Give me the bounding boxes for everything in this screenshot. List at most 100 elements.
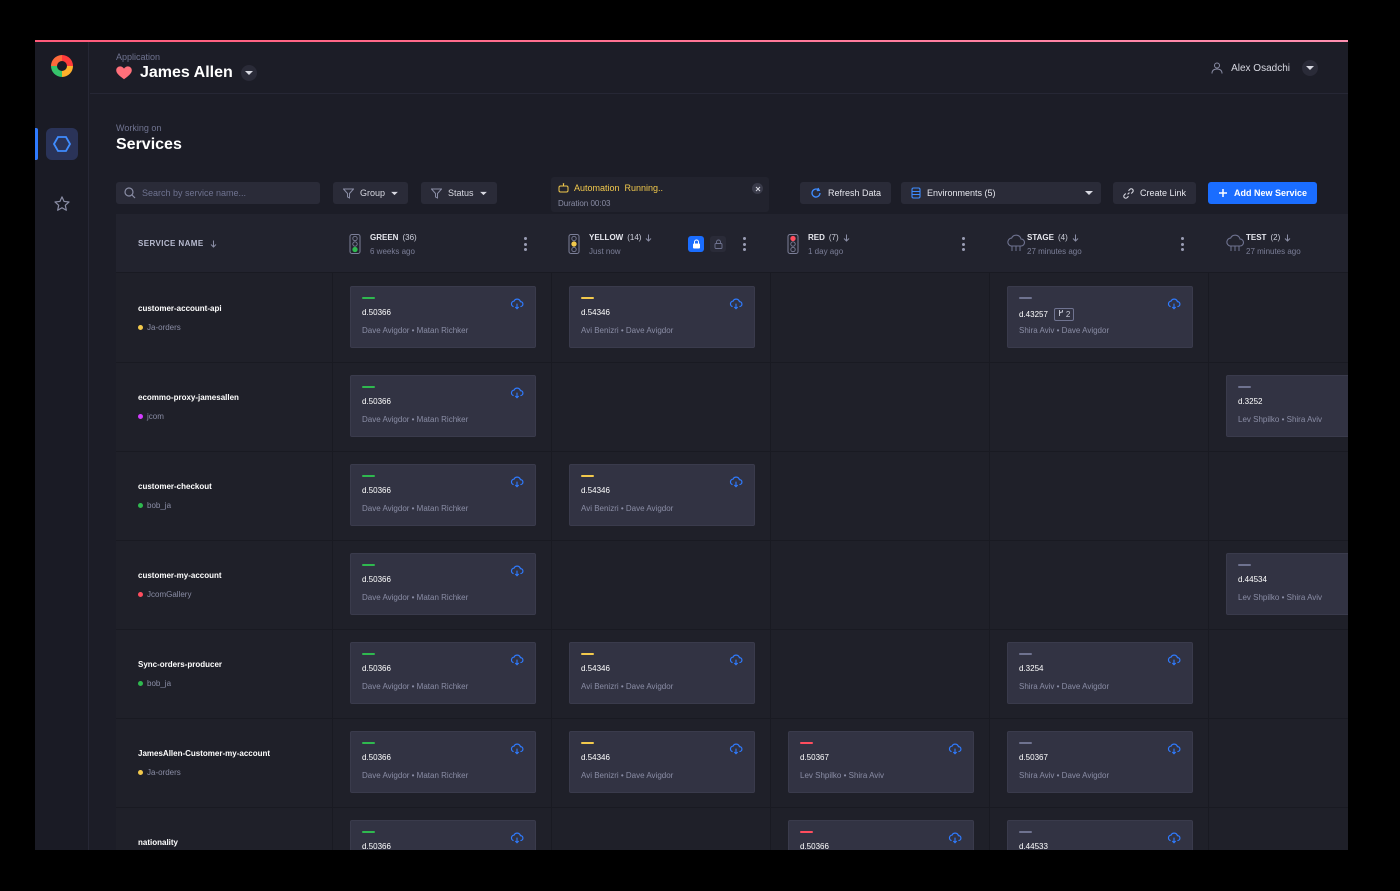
status-dash [362,653,375,655]
close-icon[interactable] [752,183,763,194]
status-dash [1019,653,1032,655]
deployment-card[interactable]: d.43257 2 Shira Aviv • Dave Avigdor [1007,286,1193,348]
deployment-card[interactable]: d.50367 Lev Shpilko • Shira Aviv [788,731,974,793]
search-box[interactable] [116,182,320,204]
cloud-deploy-icon[interactable] [510,565,524,577]
cloud-deploy-icon[interactable] [1167,654,1181,666]
deployment-card[interactable]: d.50366 [350,820,536,850]
deployment-card[interactable]: d.50366 Dave Avigdor • Matan Richker [350,642,536,704]
service-name[interactable]: customer-account-api [138,304,222,313]
favorites-nav-button[interactable] [46,188,78,220]
version-label: d.50366 [362,575,391,584]
version-row: d.50366 [362,397,391,406]
app-selector[interactable]: James Allen [116,64,257,82]
status-dash [1238,386,1251,388]
service-name-header-label: SERVICE NAME [138,239,204,248]
automation-label: Automation [574,183,620,193]
service-name[interactable]: Sync-orders-producer [138,660,222,669]
page-title: Services [116,136,182,153]
env-header-test[interactable]: TEST (2) [1246,233,1291,242]
cloud-deploy-icon[interactable] [510,832,524,844]
status-dash [1019,742,1032,744]
cloud-deploy-icon[interactable] [729,654,743,666]
cloud-deploy-icon[interactable] [510,298,524,310]
cloud-deploy-icon[interactable] [1167,743,1181,755]
services-grid: SERVICE NAME GREEN (36) 6 weeks ago YELLOW(… [116,214,1348,850]
group-color-dot [138,503,143,508]
service-name[interactable]: JamesAllen-Customer-my-account [138,749,270,758]
version-label: d.44533 [1019,842,1048,850]
deployment-card[interactable]: d.50367 Shira Aviv • Dave Avigdor [1007,731,1193,793]
group-tag-label: bob_ja [147,679,172,688]
robot-icon [558,183,569,193]
service-name[interactable]: nationality [138,838,178,847]
cloud-deploy-icon[interactable] [729,743,743,755]
more-menu-icon[interactable] [961,237,965,251]
service-name[interactable]: customer-my-account [138,571,222,580]
add-new-service-button[interactable]: Add New Service [1208,182,1318,204]
cloud-deploy-icon[interactable] [510,654,524,666]
group-filter-button[interactable]: Group [333,182,409,204]
status-filter-button[interactable]: Status [421,182,497,204]
user-menu[interactable]: Alex Osadchi [1211,60,1318,76]
more-menu-icon[interactable] [523,237,527,251]
cloud-deploy-icon[interactable] [729,476,743,488]
deployment-card[interactable]: d.50366 Dave Avigdor • Matan Richker [350,464,536,526]
sort-arrow-icon [210,240,216,248]
service-name[interactable]: ecommo-proxy-jamesallen [138,393,239,402]
deployment-card[interactable]: d.54346 Avi Benizri • Dave Avigdor [569,642,755,704]
service-name-column-header[interactable]: SERVICE NAME [138,239,217,248]
deployment-card[interactable]: d.3252 Lev Shpilko • Shira Aviv [1226,375,1348,437]
unlock-button[interactable] [710,236,726,252]
create-link-button[interactable]: Create Link [1113,182,1197,204]
service-name[interactable]: customer-checkout [138,482,212,491]
deployment-card[interactable]: d.50366 Dave Avigdor • Matan Richker [350,553,536,615]
status-dash [581,653,594,655]
cloud-deploy-icon[interactable] [510,387,524,399]
refresh-data-button[interactable]: Refresh Data [800,182,892,204]
column-separator [770,214,771,850]
more-menu-icon[interactable] [1180,237,1184,251]
user-dropdown-icon[interactable] [1302,60,1318,76]
deployment-card[interactable]: d.50366 Dave Avigdor • Matan Richker [350,731,536,793]
env-header-yellow[interactable]: YELLOW (14) [589,233,652,242]
deployment-card[interactable]: d.44534 Lev Shpilko • Shira Aviv [1226,553,1348,615]
deployment-card[interactable]: d.54346 Avi Benizri • Dave Avigdor [569,286,755,348]
user-name: Alex Osadchi [1231,62,1290,74]
deployment-card[interactable]: d.3254 Shira Aviv • Dave Avigdor [1007,642,1193,704]
deployment-card[interactable]: d.50366 Dave Avigdor • Matan Richker [350,286,536,348]
version-row: d.50367 [800,753,829,762]
env-updated: 6 weeks ago [370,247,415,256]
cloud-deploy-icon[interactable] [1167,832,1181,844]
filter-icon [431,188,442,199]
cloud-deploy-icon[interactable] [729,298,743,310]
search-input[interactable] [142,188,312,198]
env-header-green[interactable]: GREEN (36) [370,233,417,242]
services-nav-button[interactable] [46,128,78,160]
status-dash [362,742,375,744]
app-logo-icon[interactable] [51,55,73,77]
app-dropdown-icon[interactable] [240,65,257,81]
version-row: d.50366 [362,486,391,495]
deployment-card[interactable]: d.54346 Avi Benizri • Dave Avigdor [569,464,755,526]
environments-select[interactable]: Environments (5) [901,182,1101,204]
cloud-deploy-icon[interactable] [948,743,962,755]
env-header-red[interactable]: RED (7) [808,233,850,242]
deployment-card[interactable]: d.44533 [1007,820,1193,850]
group-color-dot [138,592,143,597]
more-menu-icon[interactable] [742,237,746,251]
deployment-card[interactable]: d.50366 [788,820,974,850]
cloud-deploy-icon[interactable] [1167,298,1181,310]
status-dash [581,475,594,477]
env-header-stage[interactable]: STAGE (4) [1027,233,1079,242]
deployment-card[interactable]: d.54346 Avi Benizri • Dave Avigdor [569,731,755,793]
lock-button[interactable] [688,236,704,252]
deployers-label: Shira Aviv • Dave Avigdor [1019,326,1110,335]
cloud-deploy-icon[interactable] [510,476,524,488]
cloud-deploy-icon[interactable] [510,743,524,755]
env-updated: Just now [589,247,621,256]
group-color-dot [138,681,143,686]
cloud-deploy-icon[interactable] [948,832,962,844]
deployment-card[interactable]: d.50366 Dave Avigdor • Matan Richker [350,375,536,437]
column-separator [1208,214,1209,850]
